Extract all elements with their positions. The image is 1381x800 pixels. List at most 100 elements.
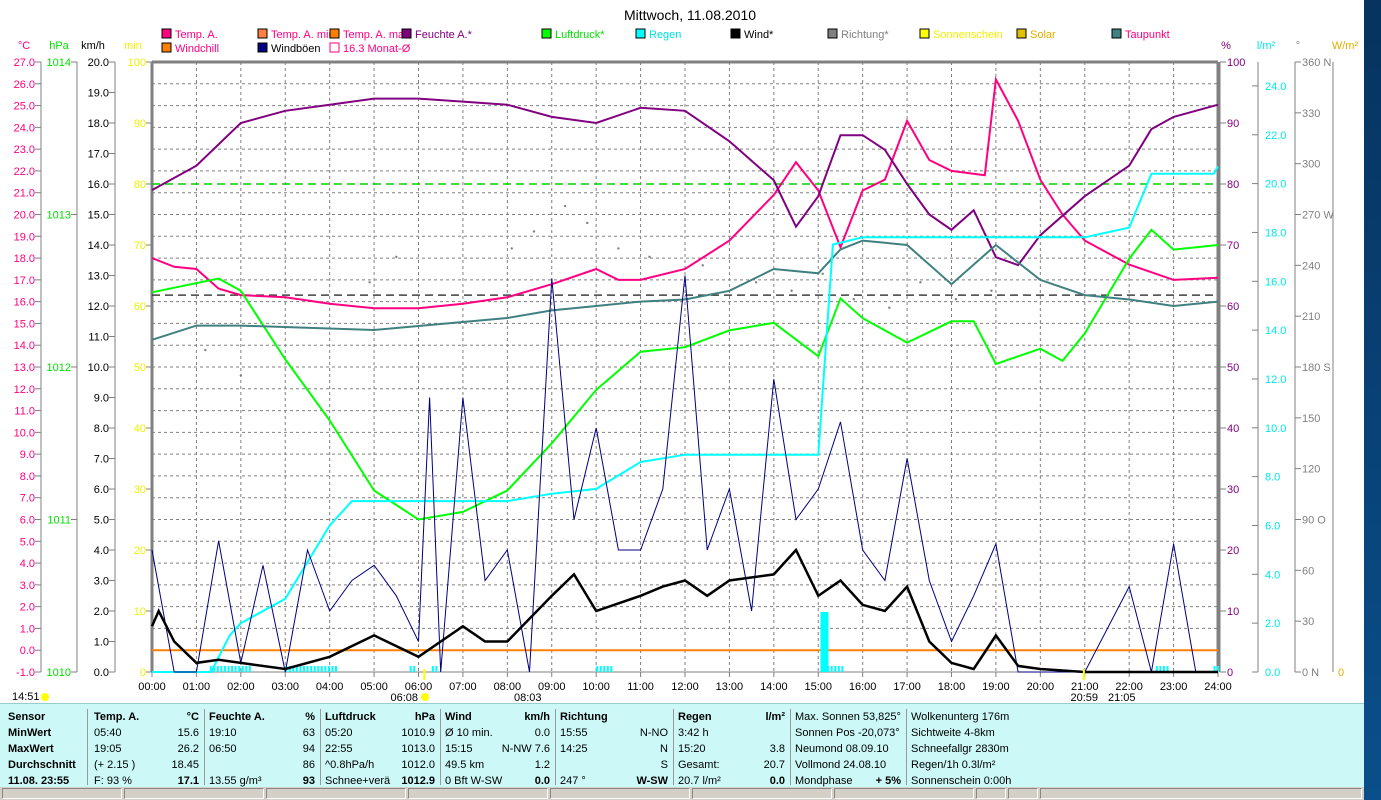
stat-column: Temp. A. °C 05:40 15.6 19:05 26.2 (+ 2.15 ) 18.… bbox=[90, 709, 205, 787]
status-cell bbox=[124, 788, 264, 799]
axis-tick-label-sunmin: 10 bbox=[134, 606, 146, 618]
axis-tick-label-temp: 13.0 bbox=[14, 362, 35, 374]
stat-label: Max. Sonnen 53,825° bbox=[795, 711, 901, 723]
stat-value: 1013.0 bbox=[401, 743, 435, 755]
rain-rate-bar bbox=[231, 666, 234, 672]
x-tick-label: 15:00 bbox=[804, 681, 832, 693]
axis-tick-label-temp: -1.0 bbox=[16, 667, 35, 679]
axis-tick-label-temp: 26.0 bbox=[14, 79, 35, 91]
legend-swatch bbox=[329, 42, 340, 53]
legend-label: Temp. A. max bbox=[343, 29, 410, 41]
stat-label: 49.5 km bbox=[445, 759, 485, 771]
rain-rate-bar bbox=[299, 666, 302, 672]
sunrise-icon bbox=[421, 693, 429, 701]
rain-rate-bar bbox=[834, 666, 837, 672]
axis-tick-label-wind: 1.0 bbox=[94, 637, 109, 649]
axis-tick-label-rain: 14.0 bbox=[1265, 325, 1286, 337]
stat-label: Feuchte A. bbox=[209, 711, 265, 723]
stat-value: % bbox=[305, 711, 315, 723]
sun-icon bbox=[41, 693, 49, 701]
x-tick-label: 19:00 bbox=[982, 681, 1010, 693]
x-tick-label: 11:00 bbox=[627, 681, 654, 693]
stat-value: l/m² bbox=[765, 711, 785, 723]
rain-rate-bar bbox=[234, 666, 237, 672]
stat-label: 15:55 bbox=[560, 727, 588, 739]
stat-row: ^0.8hPa/h 1012.0 bbox=[321, 757, 440, 773]
x-tick-label: 13:00 bbox=[716, 681, 744, 693]
axis-unit-direction: ° bbox=[1296, 40, 1300, 52]
axis-tick-label-temp: 5.0 bbox=[20, 536, 35, 548]
direction-point bbox=[852, 298, 855, 301]
direction-point bbox=[919, 281, 922, 284]
axis-tick-label-wind: 18.0 bbox=[88, 118, 109, 130]
stat-row: S bbox=[556, 757, 673, 773]
axis-tick-label-rain: 22.0 bbox=[1265, 130, 1286, 142]
axis-tick-label-wind: 15.0 bbox=[88, 210, 109, 222]
stat-value: N-NW 7.6 bbox=[501, 743, 550, 755]
current-time-label: 14:51 bbox=[12, 691, 40, 703]
axis-tick-label-temp: 18.0 bbox=[14, 253, 35, 265]
axis-tick-label-rain: 0.0 bbox=[1265, 667, 1280, 679]
stat-value: 26.2 bbox=[177, 743, 199, 755]
axis-tick-label-temp: 22.0 bbox=[14, 166, 35, 178]
legend-swatch bbox=[257, 28, 268, 39]
stat-row: 05:20 1010.9 bbox=[321, 725, 440, 741]
axis-tick-label-rain: 16.0 bbox=[1265, 276, 1286, 288]
stat-header: Regen l/m² bbox=[674, 709, 790, 725]
legend-swatch bbox=[1111, 28, 1122, 39]
stat-value: 1012.0 bbox=[401, 759, 435, 771]
rain-rate-bar bbox=[320, 666, 323, 672]
sunrise-time: 06:08 bbox=[390, 692, 418, 703]
x-tick-label: 18:00 bbox=[938, 681, 966, 693]
axis-tick-label-pressure: 1014 bbox=[47, 57, 71, 69]
stat-value: N bbox=[660, 743, 668, 755]
status-bar bbox=[0, 787, 1364, 800]
axis-tick-label-temp: 19.0 bbox=[14, 231, 35, 243]
axis-tick-label-wind: 4.0 bbox=[94, 545, 109, 557]
axis-tick-label-humidity: 40 bbox=[1227, 423, 1239, 435]
axis-tick-label-humidity: 100 bbox=[1227, 57, 1245, 69]
axis-tick-label-wind: 0.0 bbox=[94, 667, 109, 679]
legend-swatch bbox=[827, 28, 838, 39]
stat-row: Gesamt: 20.7 bbox=[674, 757, 790, 773]
legend-label: Richtung* bbox=[841, 29, 889, 41]
legend-label: Temp. A. min bbox=[271, 29, 335, 41]
rain-rate-bar bbox=[327, 666, 330, 672]
rain-rate-bar bbox=[331, 666, 334, 672]
stat-label: Durchschnitt bbox=[8, 759, 76, 771]
axis-tick-label-direction: 150 bbox=[1302, 413, 1320, 425]
axis-tick-label-temp: 21.0 bbox=[14, 188, 35, 200]
status-cell bbox=[1040, 788, 1362, 799]
axis-tick-label-solar: 0 bbox=[1338, 667, 1344, 679]
axis-tick-label-sunmin: 90 bbox=[134, 118, 146, 130]
axis-tick-label-temp: 4.0 bbox=[20, 558, 35, 570]
stat-label: Regen bbox=[678, 711, 712, 723]
legend-label: Luftdruck* bbox=[555, 29, 605, 41]
x-tick-label: 02:00 bbox=[227, 681, 255, 693]
axis-tick-label-humidity: 30 bbox=[1227, 484, 1239, 496]
stat-column: Luftdruck hPa 05:20 1010.9 22:55 1013.0 ^0.8hP… bbox=[321, 709, 441, 787]
stat-value: 20.7 bbox=[763, 759, 785, 771]
legend-swatch bbox=[1016, 28, 1027, 39]
stat-row: Durchschnitt bbox=[4, 757, 87, 773]
rain-rate-bar bbox=[435, 666, 438, 672]
stat-label: Schneefallgr 2830m bbox=[911, 743, 1009, 755]
axis-tick-label-humidity: 70 bbox=[1227, 240, 1239, 252]
direction-point bbox=[239, 374, 243, 377]
axis-tick-label-direction: 210 bbox=[1302, 311, 1320, 323]
axis-tick-label-temp: 11.0 bbox=[14, 406, 35, 418]
rain-rate-bar bbox=[220, 666, 223, 672]
rain-rate-bar bbox=[238, 666, 241, 672]
stat-label: (+ 2.15 ) bbox=[94, 759, 136, 771]
x-tick-label: 10:00 bbox=[582, 681, 610, 693]
axis-tick-label-humidity: 90 bbox=[1227, 118, 1239, 130]
axis-tick-label-humidity: 60 bbox=[1227, 301, 1239, 313]
axis-tick-label-rain: 20.0 bbox=[1265, 179, 1286, 191]
legend-swatch bbox=[635, 28, 646, 39]
chart-title: Mittwoch, 11.08.2010 bbox=[624, 7, 756, 23]
axis-unit-rain: l/m² bbox=[1257, 40, 1276, 52]
axis-tick-label-wind: 20.0 bbox=[88, 57, 109, 69]
axis-tick-label-wind: 7.0 bbox=[94, 454, 109, 466]
stat-label: Richtung bbox=[560, 711, 608, 723]
axis-tick-label-humidity: 0 bbox=[1227, 667, 1233, 679]
